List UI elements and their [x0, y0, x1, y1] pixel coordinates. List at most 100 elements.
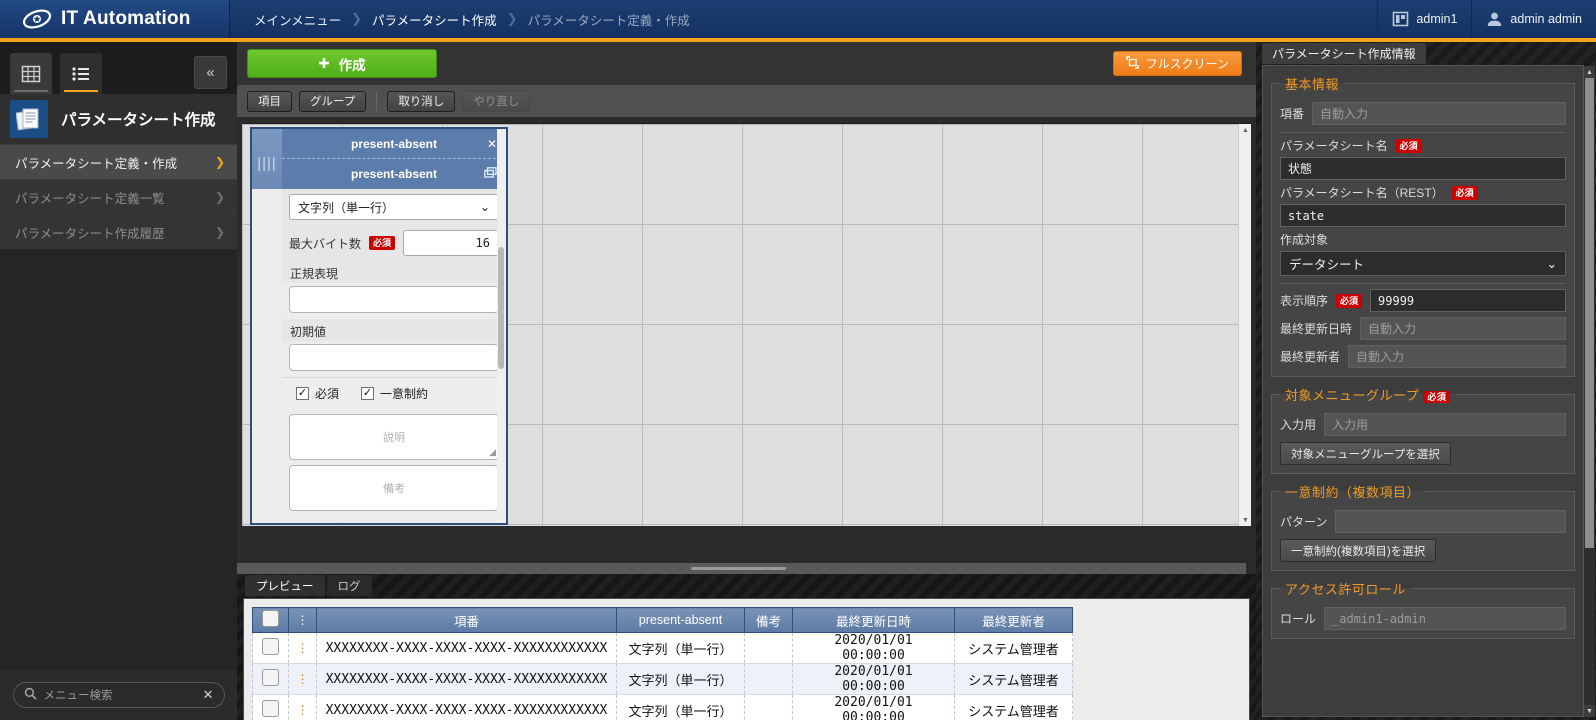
search-icon: [24, 687, 37, 703]
sidebar-tab-grid[interactable]: [10, 53, 52, 94]
create-button[interactable]: ✚ 作成: [247, 49, 437, 78]
default-value-input[interactable]: [289, 344, 499, 371]
col-header-updater[interactable]: 最終更新者: [955, 608, 1073, 633]
updater-input[interactable]: 自動入力: [1348, 345, 1566, 368]
sheet-name-input[interactable]: 状態: [1280, 157, 1566, 180]
col-header-updated[interactable]: 最終更新日時: [793, 608, 955, 633]
sidebar-item-definition-list[interactable]: パラメータシート定義一覧 ❯: [0, 179, 237, 214]
editor-canvas[interactable]: |||| present-absent ✕ present-absent: [242, 123, 1251, 526]
sidebar-item-definition-create[interactable]: パラメータシート定義・作成 ❯: [0, 144, 237, 179]
chevron-right-icon: ❯: [215, 190, 225, 204]
role-input[interactable]: _admin1-admin: [1324, 607, 1566, 630]
row-checkbox-cell[interactable]: [253, 664, 289, 695]
tab-log[interactable]: ログ: [327, 575, 372, 596]
select-all-checkbox[interactable]: [262, 610, 279, 627]
tab-sheet-info[interactable]: パラメータシート作成情報: [1262, 43, 1426, 64]
description-textarea[interactable]: 説明 ◢: [289, 414, 499, 460]
rest-name-input[interactable]: state: [1280, 204, 1566, 227]
select-menu-group-button[interactable]: 対象メニューグループを選択: [1280, 442, 1451, 465]
right-panel-scrollbar[interactable]: ▲ ▼: [1584, 66, 1595, 717]
select-unique-constraint-button[interactable]: 一意制約(複数項目)を選択: [1280, 539, 1436, 562]
breadcrumb-item-0[interactable]: メインメニュー: [254, 10, 341, 29]
workspace-icon: [1392, 11, 1409, 27]
sidebar-tab-list[interactable]: [60, 53, 102, 94]
id-input[interactable]: 自動入力: [1312, 102, 1566, 125]
sidebar-section-title: パラメータシート作成: [0, 94, 237, 144]
sidebar-item-create-history[interactable]: パラメータシート作成履歴 ❯: [0, 214, 237, 249]
resize-grip-icon[interactable]: ◢: [489, 447, 496, 458]
canvas-vertical-scrollbar[interactable]: ▲ ▼: [1238, 124, 1251, 526]
max-bytes-input[interactable]: 16: [403, 230, 499, 256]
canvas-hscroll-thumb[interactable]: [691, 567, 786, 570]
rest-name-block: パラメータシート名（REST） 必須 state: [1280, 184, 1566, 227]
row-checkbox[interactable]: [262, 638, 279, 655]
menu-search-input[interactable]: メニュー検索 ✕: [13, 682, 225, 708]
regex-input[interactable]: [289, 286, 499, 313]
row-menu-cell[interactable]: ⋮: [289, 633, 317, 664]
add-item-button[interactable]: 項目: [247, 91, 292, 112]
sidebar-filler: [0, 249, 237, 629]
user-menu-button[interactable]: admin admin: [1471, 0, 1596, 38]
top-header: IT Automation メインメニュー ❯ パラメータシート作成 ❯ パラメ…: [0, 0, 1596, 38]
row-checkbox-cell[interactable]: [253, 633, 289, 664]
col-header-present-absent[interactable]: present-absent: [617, 608, 745, 633]
add-group-button[interactable]: グループ: [299, 91, 366, 112]
sidebar-collapse-button[interactable]: «: [194, 56, 227, 89]
card-header-primary: present-absent ✕: [282, 129, 506, 159]
row-menu-cell[interactable]: ⋮: [289, 695, 317, 720]
parameter-item-card[interactable]: |||| present-absent ✕ present-absent: [250, 127, 508, 525]
vertical-dots-icon[interactable]: ⋮: [297, 672, 309, 686]
vertical-dots-icon[interactable]: ⋮: [297, 641, 309, 655]
item-type-select[interactable]: 文字列（単一行） ⌄: [289, 194, 499, 220]
brand-logo-area[interactable]: IT Automation: [0, 0, 230, 38]
row-checkbox[interactable]: [262, 669, 279, 686]
scroll-down-icon[interactable]: ▼: [1584, 705, 1595, 717]
updated-input[interactable]: 自動入力: [1360, 317, 1566, 340]
breadcrumb-item-2: パラメータシート定義・作成: [528, 10, 690, 29]
duplicate-icon[interactable]: [484, 167, 497, 181]
required-checkbox[interactable]: ✓ 必須: [296, 385, 339, 402]
undo-button[interactable]: 取り消し: [387, 91, 455, 112]
target-label-row: 作成対象: [1280, 231, 1566, 248]
scroll-up-icon[interactable]: ▲: [1239, 124, 1251, 137]
target-select[interactable]: データシート ⌄: [1280, 251, 1566, 276]
cell-updated: 2020/01/01 00:00:00: [793, 664, 955, 695]
updated-label: 最終更新日時: [1280, 320, 1352, 337]
order-input[interactable]: 99999: [1370, 289, 1566, 312]
menu-group-input[interactable]: 入力用: [1324, 413, 1566, 436]
right-panel-body: 基本情報 項番 自動入力 パラメータシート名 必須 状態 パラメータシート名（R…: [1262, 65, 1584, 717]
row-checkbox-cell[interactable]: [253, 695, 289, 720]
scroll-down-icon[interactable]: ▼: [1239, 514, 1251, 526]
select-all-header[interactable]: [253, 608, 289, 633]
table-row[interactable]: ⋮ XXXXXXXX-XXXX-XXXX-XXXX-XXXXXXXXXXXX 文…: [253, 695, 1073, 720]
breadcrumb-item-1[interactable]: パラメータシート作成: [372, 10, 497, 29]
id-label: 項番: [1280, 105, 1304, 122]
sidebar-item-label: パラメータシート作成履歴: [15, 223, 165, 242]
pattern-input[interactable]: [1335, 510, 1566, 533]
card-body: present-absent ✕ present-absent: [282, 129, 506, 523]
row-checkbox[interactable]: [262, 700, 279, 717]
unique-checkbox[interactable]: ✓ 一意制約: [361, 385, 428, 402]
fullscreen-button[interactable]: フルスクリーン: [1113, 51, 1242, 76]
col-header-note[interactable]: 備考: [745, 608, 793, 633]
vertical-dots-icon[interactable]: ⋮: [297, 703, 309, 717]
note-textarea[interactable]: 備考: [289, 465, 499, 511]
table-row[interactable]: ⋮ XXXXXXXX-XXXX-XXXX-XXXX-XXXXXXXXXXXX 文…: [253, 664, 1073, 695]
vertical-dots-icon: ⋮: [297, 613, 309, 627]
card-scrollbar[interactable]: [497, 129, 506, 525]
close-icon[interactable]: ✕: [203, 687, 214, 703]
workspace-button[interactable]: admin1: [1377, 0, 1471, 38]
role-row: ロール _admin1-admin: [1280, 607, 1566, 630]
cell-present-absent: 文字列（単一行）: [617, 633, 745, 664]
row-menu-cell[interactable]: ⋮: [289, 664, 317, 695]
col-header-id[interactable]: 項番: [317, 608, 617, 633]
scroll-up-icon[interactable]: ▲: [1584, 66, 1595, 78]
table-row[interactable]: ⋮ XXXXXXXX-XXXX-XXXX-XXXX-XXXXXXXXXXXX 文…: [253, 633, 1073, 664]
close-icon[interactable]: ✕: [487, 137, 497, 151]
right-panel-scroll-thumb[interactable]: [1585, 78, 1594, 548]
tab-preview[interactable]: プレビュー: [245, 575, 325, 596]
card-drag-handle[interactable]: ||||: [252, 129, 282, 189]
canvas-horizontal-scrollbar[interactable]: [237, 563, 1246, 574]
card-scrollbar-thumb[interactable]: [498, 247, 504, 369]
checkbox-checked-icon: ✓: [296, 387, 309, 400]
